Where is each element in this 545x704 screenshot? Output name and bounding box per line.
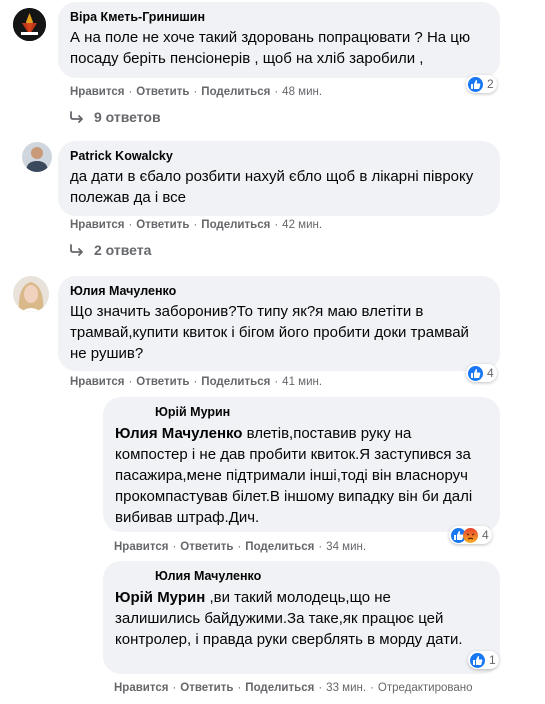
- reply-author[interactable]: Юлия Мачуленко: [155, 569, 488, 583]
- reaction-count[interactable]: 1: [468, 651, 499, 669]
- comment-bubble: Юлия Мачуленко Що значить заборонив?То т…: [58, 276, 500, 371]
- comment-author[interactable]: Віра Кметь-Гринишин: [70, 10, 488, 24]
- share-button[interactable]: Поделиться: [201, 376, 270, 388]
- reaction-count-value: 2: [487, 77, 494, 91]
- comment-bubble: Patrick Kowalcky да дати в єбало розбити…: [58, 141, 500, 216]
- reply-button[interactable]: Ответить: [136, 219, 189, 231]
- reply-button[interactable]: Ответить: [136, 86, 189, 98]
- reply-button[interactable]: Ответить: [180, 541, 233, 553]
- share-button[interactable]: Поделиться: [245, 682, 314, 694]
- comment-text: Що значить заборонив?То типу як?я маю вл…: [70, 303, 469, 362]
- replies-count-label: 9 ответов: [94, 109, 161, 125]
- reply-actions: Нравится · Ответить · Поделиться · 34 мин.: [114, 541, 367, 553]
- comment-timestamp[interactable]: 48 мин.: [282, 86, 322, 98]
- reply-timestamp[interactable]: 34 мин.: [326, 541, 366, 553]
- view-replies-button[interactable]: 2 ответа: [70, 242, 151, 258]
- reply-button[interactable]: Ответить: [180, 682, 233, 694]
- like-button[interactable]: Нравится: [114, 541, 168, 553]
- comment-actions: Нравится · Ответить · Поделиться · 48 мин.: [70, 86, 323, 98]
- view-replies-button[interactable]: 9 ответов: [70, 109, 161, 125]
- reply-actions: Нравится · Ответить · Поделиться · 33 мин. · Отр…: [114, 682, 473, 694]
- reply-arrow-icon: [70, 111, 83, 123]
- reply-button[interactable]: Ответить: [136, 376, 189, 388]
- reaction-count[interactable]: 4: [449, 526, 492, 544]
- reply-author[interactable]: Юрій Мурин: [155, 405, 488, 419]
- share-button[interactable]: Поделиться: [245, 541, 314, 553]
- edited-label[interactable]: Отредактировано: [378, 682, 473, 694]
- like-button[interactable]: Нравится: [70, 376, 124, 388]
- reaction-count[interactable]: 2: [466, 75, 497, 93]
- like-reaction-icon: [470, 652, 485, 668]
- reply-text-block: Юлия Мачуленко влетів,поставив руку на к…: [115, 423, 480, 528]
- reaction-count-value: 4: [482, 528, 489, 542]
- comment-text: А на поле не хоче такий здоровань попрац…: [70, 29, 471, 67]
- reply-timestamp[interactable]: 33 мин.: [326, 682, 366, 694]
- like-reaction-icon: [468, 76, 483, 92]
- reaction-count[interactable]: 4: [466, 364, 497, 382]
- angry-reaction-icon: [463, 527, 478, 543]
- comment-timestamp[interactable]: 41 мин.: [282, 376, 322, 388]
- comment-text: да дати в єбало розбити нахуй єбло щоб в…: [70, 168, 474, 206]
- like-button[interactable]: Нравится: [114, 682, 168, 694]
- avatar[interactable]: [13, 8, 46, 41]
- like-button[interactable]: Нравится: [70, 219, 124, 231]
- mention-link[interactable]: Юлия Мачуленко: [115, 425, 242, 442]
- comment-author[interactable]: Patrick Kowalcky: [70, 149, 488, 163]
- share-button[interactable]: Поделиться: [201, 86, 270, 98]
- avatar[interactable]: [22, 142, 52, 172]
- comment-actions: Нравится · Ответить · Поделиться · 42 мин.: [70, 219, 323, 231]
- reaction-count-value: 4: [487, 366, 494, 380]
- like-button[interactable]: Нравится: [70, 86, 124, 98]
- comment-actions: Нравится · Ответить · Поделиться · 41 мин.: [70, 376, 323, 388]
- replies-count-label: 2 ответа: [94, 242, 152, 258]
- reply-text-block: Юрій Мурин ,ви такий молодець,що не зали…: [115, 587, 475, 650]
- comment-bubble: Віра Кметь-Гринишин А на поле не хоче та…: [58, 2, 500, 78]
- reaction-count-value: 1: [489, 653, 496, 667]
- share-button[interactable]: Поделиться: [201, 219, 270, 231]
- comment-author[interactable]: Юлия Мачуленко: [70, 284, 488, 298]
- comment-timestamp[interactable]: 42 мин.: [282, 219, 322, 231]
- reply-arrow-icon: [70, 244, 83, 256]
- like-reaction-icon: [468, 365, 483, 381]
- avatar[interactable]: [13, 276, 49, 312]
- mention-link[interactable]: Юрій Мурин: [115, 589, 205, 606]
